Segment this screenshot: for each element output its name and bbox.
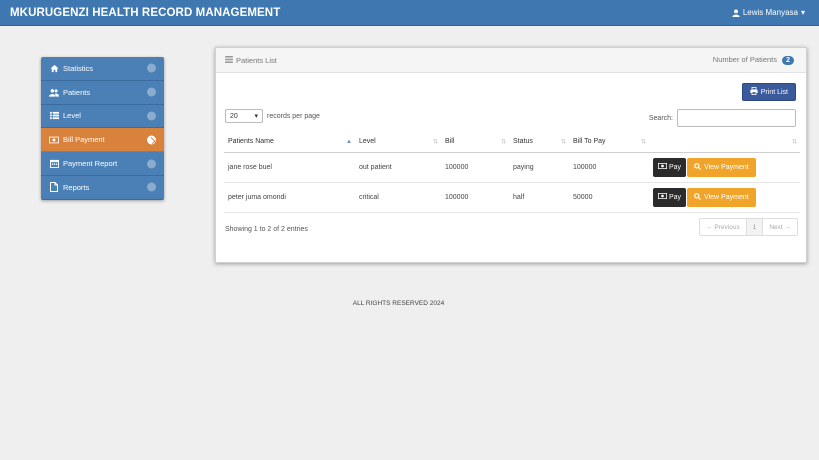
table-row: jane rose buel out patient 100000 paying…: [224, 152, 800, 183]
page-1-button[interactable]: 1: [746, 219, 764, 235]
patient-bill-to-pay: 100000: [569, 152, 649, 183]
patients-table: Patients Name ▲ Level ⇅ Bill ⇅ Status ⇅ Bill…: [224, 132, 800, 213]
chevron-right-icon: [147, 111, 156, 121]
search-control: Search:: [649, 109, 796, 127]
pay-label: Pay: [669, 193, 682, 201]
pagination: ← Previous 1 Next →: [699, 218, 798, 236]
users-icon: [49, 87, 59, 97]
sidebar-item-patients[interactable]: Patients: [41, 80, 164, 105]
pay-button[interactable]: Pay: [653, 157, 687, 177]
pay-label: Pay: [669, 163, 682, 171]
money-icon: [658, 193, 667, 201]
patient-count-badge: 2: [782, 56, 794, 65]
next-page-button[interactable]: Next →: [763, 219, 797, 235]
row-actions: Pay View Payment: [649, 182, 800, 213]
patient-bill: 100000: [441, 182, 509, 213]
chevron-right-icon: [147, 63, 156, 73]
sort-icon: ⇅: [640, 139, 646, 146]
patient-bill: 100000: [441, 152, 509, 183]
top-navbar: MKURUGENZI HEALTH RECORD MANAGEMENT Lewi…: [0, 0, 819, 26]
patient-status: paying: [509, 152, 569, 183]
column-header-bill[interactable]: Bill ⇅: [441, 132, 509, 153]
sidebar-item-payment-report[interactable]: Payment Report: [41, 152, 164, 176]
user-icon: [732, 8, 740, 17]
sidebar-item-label: Payment Report: [63, 159, 118, 169]
patient-name: peter juma omondi: [224, 182, 355, 213]
sidebar-item-reports[interactable]: Reports: [41, 175, 164, 200]
list-icon: [49, 111, 59, 121]
app-title: MKURUGENZI HEALTH RECORD MANAGEMENT: [10, 6, 281, 19]
patient-status: half: [509, 182, 569, 213]
page-length-select[interactable]: 20 ▾: [225, 109, 263, 123]
sidebar-item-label: Statistics: [63, 63, 94, 73]
footer-text: ALL RIGHTS RESERVED 2024: [352, 300, 445, 307]
user-name: Lewis Manyasa: [742, 8, 798, 17]
search-icon: [694, 192, 702, 202]
search-input[interactable]: [677, 109, 796, 127]
view-payment-button[interactable]: View Payment: [687, 187, 756, 207]
search-icon: [694, 162, 702, 172]
sidebar-item-label: Bill Payment: [63, 135, 105, 145]
chevron-right-icon: [147, 182, 156, 192]
sidebar-item-bill-payment[interactable]: Bill Payment: [41, 128, 164, 153]
table-row: peter juma omondi critical 100000 half 5…: [224, 182, 800, 213]
column-header-bill-to-pay[interactable]: Bill To Pay ⇅: [569, 132, 649, 153]
view-payment-button[interactable]: View Payment: [687, 157, 756, 177]
chevron-right-icon: [147, 135, 156, 145]
table-info: Showing 1 to 2 of 2 entries: [225, 226, 308, 233]
file-icon: [49, 182, 59, 193]
row-actions: Pay View Payment: [649, 152, 800, 183]
sidebar-item-label: Patients: [63, 87, 91, 97]
view-payment-label: View Payment: [704, 163, 749, 171]
chevron-down-icon: ▾: [254, 113, 258, 120]
table-header-row: Patients Name ▲ Level ⇅ Bill ⇅ Status ⇅ Bill…: [224, 132, 800, 153]
sidebar-item-label: Level: [63, 111, 81, 121]
sort-icon: ⇅: [791, 139, 797, 146]
panel-header: Patients List Number of Patients 2: [216, 48, 806, 73]
view-payment-label: View Payment: [704, 193, 749, 201]
chevron-down-icon: ▾: [800, 8, 805, 17]
panel-title: Patients List: [236, 55, 277, 65]
print-icon: [750, 87, 758, 97]
home-icon: [49, 63, 59, 73]
pay-button[interactable]: Pay: [653, 187, 687, 207]
list-icon: [225, 55, 233, 65]
sidebar-item-label: Reports: [63, 182, 90, 192]
page-length-value: 20: [230, 112, 238, 120]
sidebar-item-level[interactable]: Level: [41, 104, 164, 129]
print-list-label: Print List: [760, 88, 788, 96]
money-icon: [49, 135, 59, 145]
print-list-button[interactable]: Print List: [741, 83, 796, 101]
patient-level: critical: [355, 182, 441, 213]
sort-icon: ⇅: [432, 139, 438, 146]
column-header-name[interactable]: Patients Name ▲: [224, 132, 355, 153]
previous-page-button[interactable]: ← Previous: [700, 219, 747, 235]
patient-count-label: Number of Patients: [712, 55, 777, 64]
sidebar-item-statistics[interactable]: Statistics: [41, 57, 164, 81]
user-menu[interactable]: Lewis Manyasa ▾: [732, 8, 805, 17]
chevron-right-icon: [147, 87, 156, 97]
column-header-level[interactable]: Level ⇅: [355, 132, 441, 153]
sort-icon: ⇅: [560, 139, 566, 146]
chevron-right-icon: [147, 159, 156, 169]
column-header-status[interactable]: Status ⇅: [509, 132, 569, 153]
patient-level: out patient: [355, 152, 441, 183]
patient-name: jane rose buel: [224, 152, 355, 183]
money-icon: [658, 163, 667, 171]
sidebar: Statistics Patients Level Bill Payment P…: [41, 57, 164, 200]
patient-bill-to-pay: 50000: [569, 182, 649, 213]
page-length-label: records per page: [267, 112, 320, 120]
sort-icon: ⇅: [500, 139, 506, 146]
search-label: Search:: [648, 114, 673, 122]
patients-list-panel: Patients List Number of Patients 2 Print…: [215, 47, 807, 263]
column-header-actions[interactable]: ⇅: [649, 132, 800, 153]
page-length-control: 20 ▾ records per page: [225, 109, 320, 123]
sort-asc-icon: ▲: [346, 138, 352, 145]
calendar-icon: [49, 159, 59, 169]
